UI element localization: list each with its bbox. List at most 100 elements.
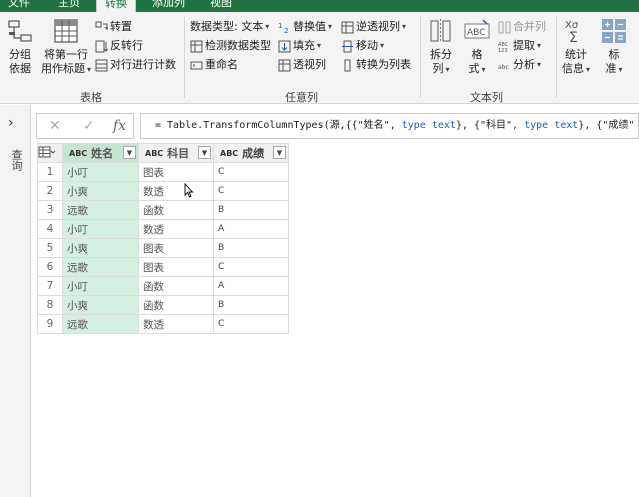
count-rows-button[interactable]: 对行进行计数 [95,57,176,73]
table-row: 5 小爽 图表 B [37,238,289,258]
tab-file[interactable]: 文件 [8,0,30,12]
reverse-rows-button[interactable]: 反转行 [95,38,143,54]
data-type-dropdown[interactable]: 数据类型: 文本 ▾ [190,19,269,35]
cancel-icon[interactable]: ✕ [49,118,61,134]
cell-grade[interactable]: B [213,238,289,258]
table-header-icon [54,19,78,43]
column-header-grade[interactable]: ABC 成绩 ▼ [213,143,289,163]
svg-text:ABC: ABC [467,28,485,38]
fx-icon[interactable]: fx [113,118,126,134]
filter-dropdown-icon[interactable]: ▼ [198,146,211,159]
table-menu-button[interactable] [37,143,63,163]
cell-name[interactable]: 远歌 [62,200,139,220]
mouse-pointer-icon [184,183,194,198]
row-number[interactable]: 9 [37,314,63,334]
transpose-label: 转置 [110,20,132,33]
reverse-rows-icon [95,40,108,52]
tab-view[interactable]: 视图 [210,0,232,12]
format-label1: 格 [471,48,483,61]
use-first-row-button[interactable]: 将第一行 用作标题 ▾ [40,18,92,77]
cell-name[interactable]: 小叮 [62,276,139,296]
cell-subject[interactable]: 函数 [138,295,214,315]
extract-dropdown[interactable]: ABC 123 提取 ▾ [498,38,541,54]
tab-add-column[interactable]: 添加列 [152,0,185,12]
group-label-any-column: 任意列 [285,91,318,104]
cell-grade[interactable]: C [213,181,289,201]
row-number[interactable]: 6 [37,257,63,277]
cell-grade[interactable]: B [213,200,289,220]
cell-subject[interactable]: 图表 [138,257,214,277]
standard-button[interactable]: 标 准 ▾ [598,18,630,77]
statistics-button[interactable]: Xσ Σ 统计 信息 ▾ [560,18,592,77]
filter-dropdown-icon[interactable]: ▼ [123,146,136,159]
tab-home[interactable]: 主页 [58,0,80,12]
cell-name[interactable]: 小爽 [62,181,139,201]
cell-subject[interactable]: 函数 [138,200,214,220]
cell-name[interactable]: 小爽 [62,295,139,315]
formula-input[interactable]: = Table.TransformColumnTypes(源,{{"姓名", t… [140,113,639,139]
fill-dropdown[interactable]: 填充 ▾ [278,38,321,54]
parse-dropdown[interactable]: abc 分析 ▾ [498,57,541,73]
cell-subject[interactable]: 图表 [138,162,214,182]
transpose-button[interactable]: 转置 [95,19,132,35]
power-query-editor: 文件 主页 转换 添加列 视图 分组 依据 将第一行 用作标题 ▾ 转置 反转行… [0,0,639,497]
cell-name[interactable]: 小叮 [62,162,139,182]
group-by-label1: 分组 [9,48,31,61]
cell-name[interactable]: 小爽 [62,238,139,258]
cell-subject[interactable]: 数透 [138,181,214,201]
cell-subject[interactable]: 函数 [138,276,214,296]
expand-queries-chevron-icon[interactable]: › [8,115,14,131]
data-preview-grid: ABC 姓名 ▼ ABC 科目 ▼ ABC 成绩 ▼ 1 小叮 图表 C 2 小爽 数透 [37,143,289,334]
row-number[interactable]: 5 [37,238,63,258]
convert-to-list-button[interactable]: 转换为列表 [341,57,411,73]
split-column-button[interactable]: 拆分 列 ▾ [426,18,456,77]
text-type-icon[interactable]: ABC [220,149,238,158]
row-number[interactable]: 1 [37,162,63,182]
text-type-icon[interactable]: ABC [69,149,87,158]
cell-grade[interactable]: C [213,162,289,182]
replace-values-dropdown[interactable]: 12 替换值 ▾ [278,19,332,35]
text-type-icon[interactable]: ABC [145,149,163,158]
detect-type-button[interactable]: 检测数据类型 [190,38,271,54]
move-dropdown[interactable]: 移动 ▾ [341,38,384,54]
filter-dropdown-icon[interactable]: ▼ [273,146,286,159]
cell-subject[interactable]: 图表 [138,238,214,258]
cell-name[interactable]: 远歌 [62,314,139,334]
tab-transform[interactable]: 转换 [96,0,136,12]
rename-icon [190,61,203,69]
fill-down-icon [278,40,291,52]
cell-grade[interactable]: A [213,276,289,296]
group-by-button[interactable]: 分组 依据 [4,18,36,76]
row-number[interactable]: 8 [37,295,63,315]
rename-button[interactable]: 重命名 [190,57,238,73]
row-number[interactable]: 7 [37,276,63,296]
cell-grade[interactable]: C [213,314,289,334]
merge-columns-button[interactable]: 合并列 [498,19,546,35]
cell-grade[interactable]: C [213,257,289,277]
cell-name[interactable]: 远歌 [62,257,139,277]
row-number[interactable]: 2 [37,181,63,201]
cell-subject[interactable]: 数透 [138,314,214,334]
row-number[interactable]: 4 [37,219,63,239]
unpivot-dropdown[interactable]: 逆透视列 ▾ [341,19,406,35]
formula-bar: ✕ ✓ fx = Table.TransformColumnTypes(源,{{… [36,113,639,139]
cell-name[interactable]: 小叮 [62,219,139,239]
cell-grade[interactable]: B [213,295,289,315]
queries-label[interactable]: 查询 [8,149,24,171]
table-icon [38,146,56,157]
row-number[interactable]: 3 [37,200,63,220]
column-header-subject[interactable]: ABC 科目 ▼ [138,143,214,163]
count-rows-icon [95,59,108,71]
pivot-column-button[interactable]: 透视列 [278,57,326,73]
use-first-row-label1: 将第一行 [44,48,88,61]
column-header-name[interactable]: ABC 姓名 ▼ [62,143,139,163]
reverse-rows-label: 反转行 [110,39,143,52]
parse-icon: abc [498,64,509,71]
transpose-icon [95,21,108,30]
cell-grade[interactable]: A [213,219,289,239]
queries-pane: › 查询 [0,105,31,497]
commit-check-icon[interactable]: ✓ [83,118,95,134]
format-button[interactable]: ABC 格 式 ▾ [460,18,494,77]
cell-subject[interactable]: 数透 [138,219,214,239]
group-by-label2: 依据 [9,62,31,75]
